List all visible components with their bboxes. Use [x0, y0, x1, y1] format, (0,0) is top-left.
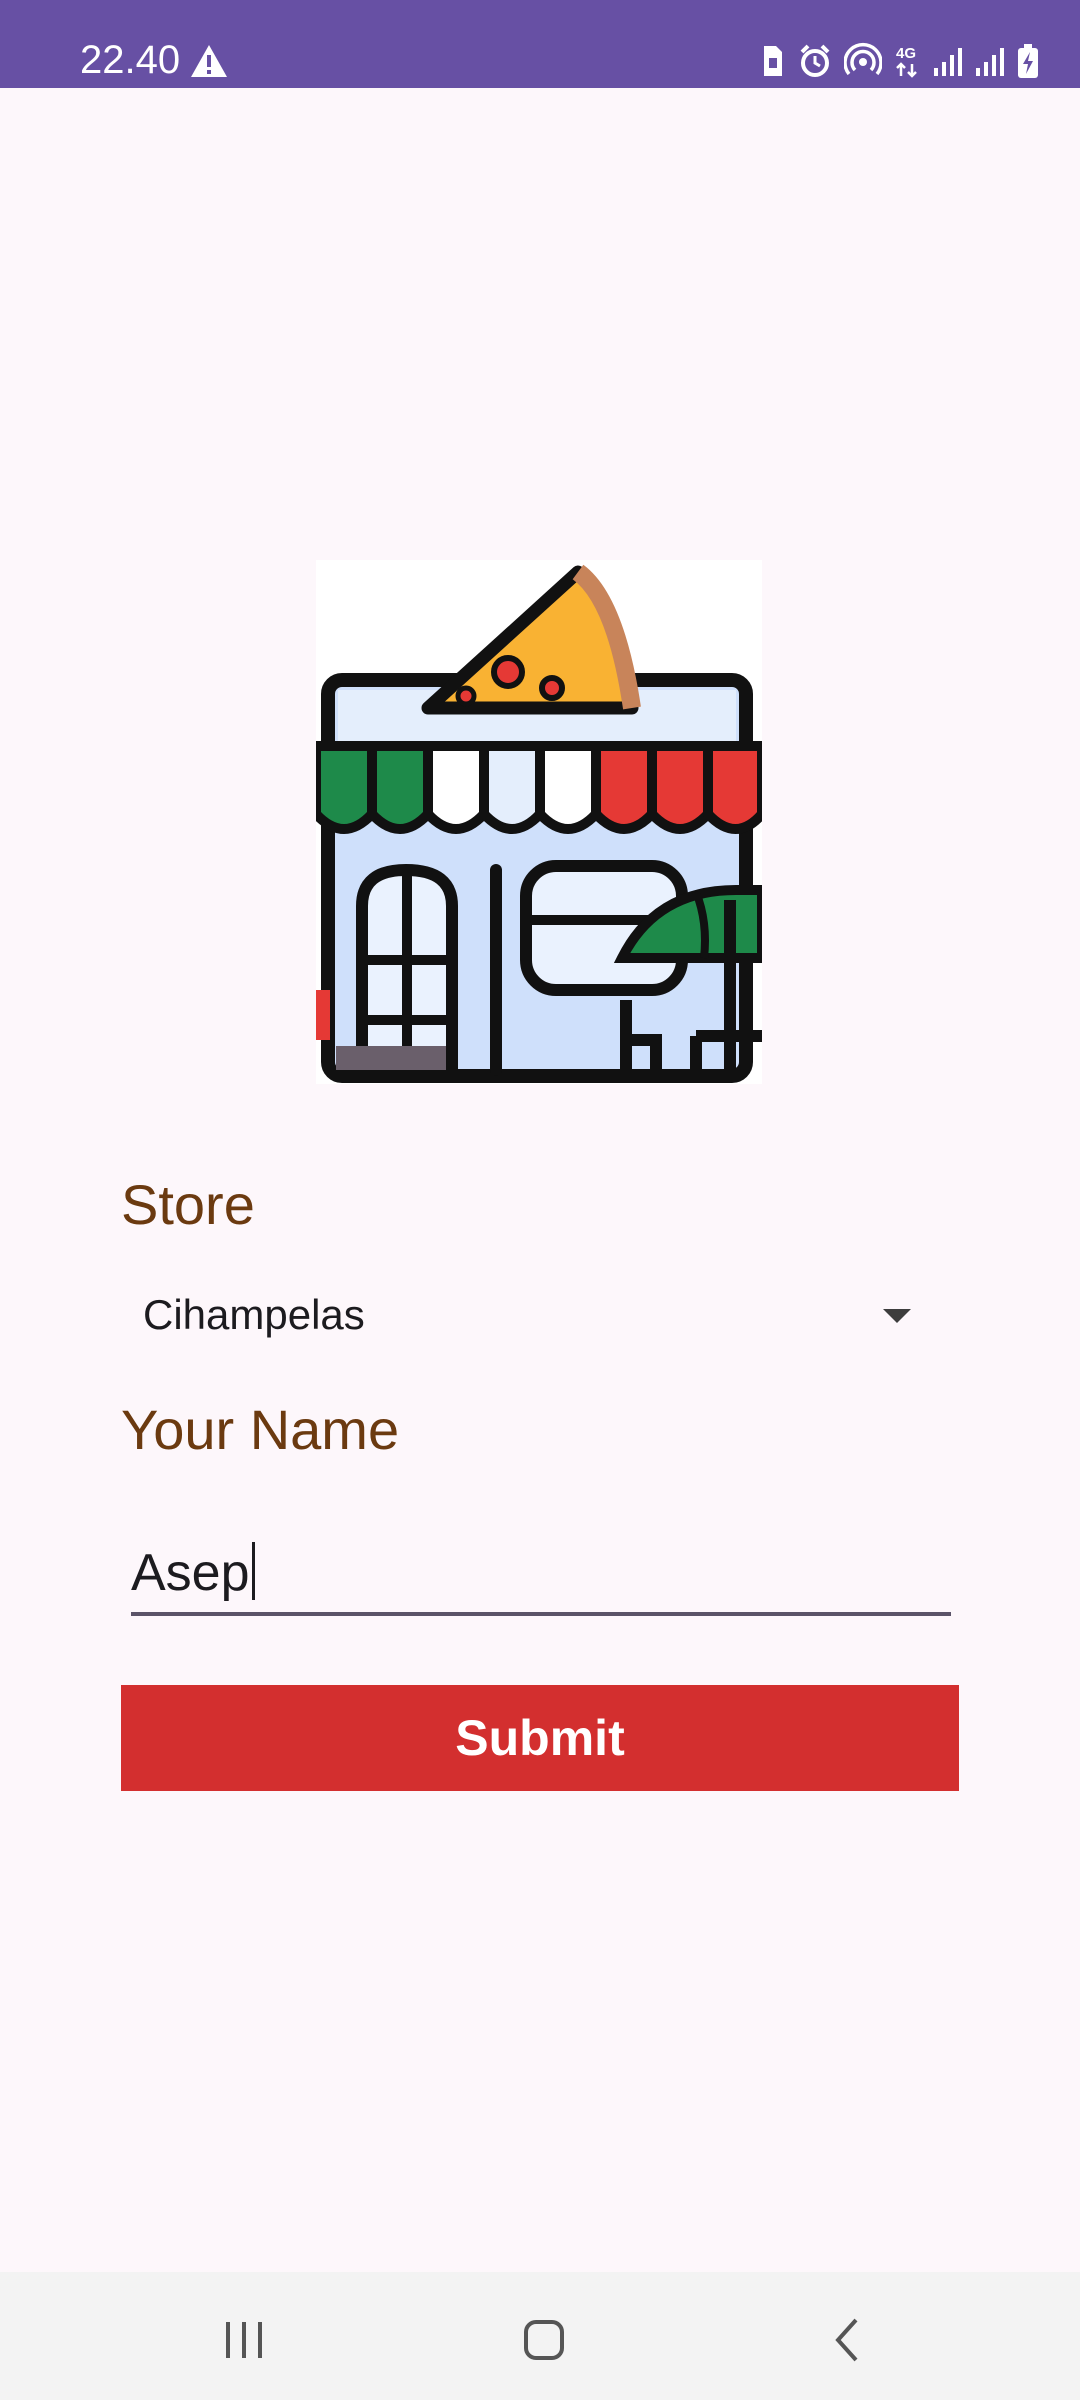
- signal-icon: [932, 40, 962, 82]
- recent-apps-icon[interactable]: [214, 2310, 274, 2370]
- name-input[interactable]: Asep: [131, 1520, 951, 1616]
- status-bar: 22.40 4G: [0, 0, 1080, 88]
- name-label: Your Name: [121, 1398, 400, 1461]
- status-icons: 4G: [760, 40, 1040, 82]
- store-label: Store: [121, 1173, 255, 1236]
- alarm-icon: [798, 40, 832, 82]
- svg-text:4G: 4G: [896, 45, 916, 62]
- submit-button[interactable]: Submit: [121, 1685, 959, 1791]
- store-dropdown[interactable]: Cihampelas: [121, 1270, 941, 1360]
- name-input-value: Asep: [131, 1542, 255, 1604]
- dropdown-arrow-icon[interactable]: [883, 1309, 911, 1323]
- home-icon[interactable]: [514, 2310, 574, 2370]
- text-cursor: [251, 1542, 255, 1600]
- store-selected-value: Cihampelas: [143, 1291, 365, 1338]
- battery-charging-icon: [1016, 40, 1040, 82]
- pizza-store-icon: [311, 560, 767, 1084]
- sim-icon: [760, 40, 786, 82]
- navigation-bar: [0, 2272, 1080, 2400]
- hotspot-icon: [844, 40, 882, 82]
- warning-icon: [190, 44, 228, 78]
- signal-icon: [974, 40, 1004, 82]
- back-icon[interactable]: [818, 2310, 878, 2370]
- 4g-icon: 4G: [894, 40, 920, 82]
- status-time: 22.40: [80, 38, 181, 82]
